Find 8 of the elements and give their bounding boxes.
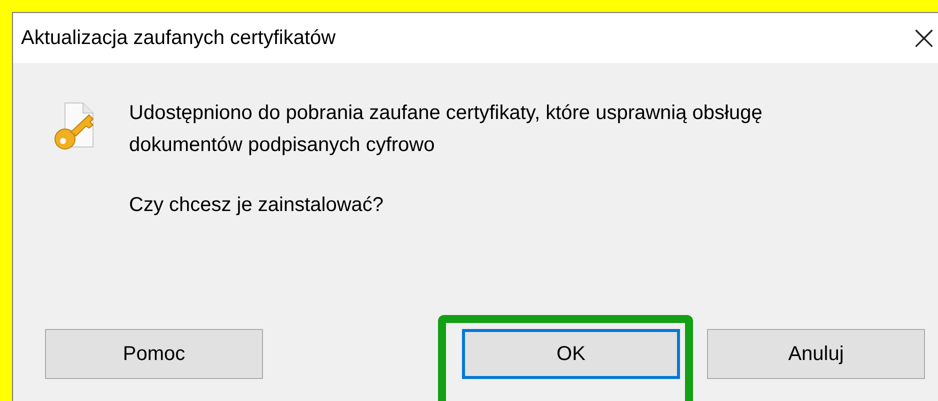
- dialog-button[interactable]: OK: [462, 329, 680, 379]
- dialog-button[interactable]: Pomoc: [45, 329, 263, 379]
- question-text: Czy chcesz je zainstalować?: [129, 193, 385, 218]
- message-text: dokumentów podpisanych cyfrowo: [129, 133, 436, 158]
- window-title: Aktualizacja zaufanych certyfikatów: [21, 26, 336, 50]
- close-button[interactable]: ×: [909, 23, 938, 53]
- message-text: Udostępniono do pobrania zaufane certyfikaty, które usprawnią obsługę: [129, 101, 762, 126]
- dialog-button[interactable]: Anuluj: [707, 329, 925, 379]
